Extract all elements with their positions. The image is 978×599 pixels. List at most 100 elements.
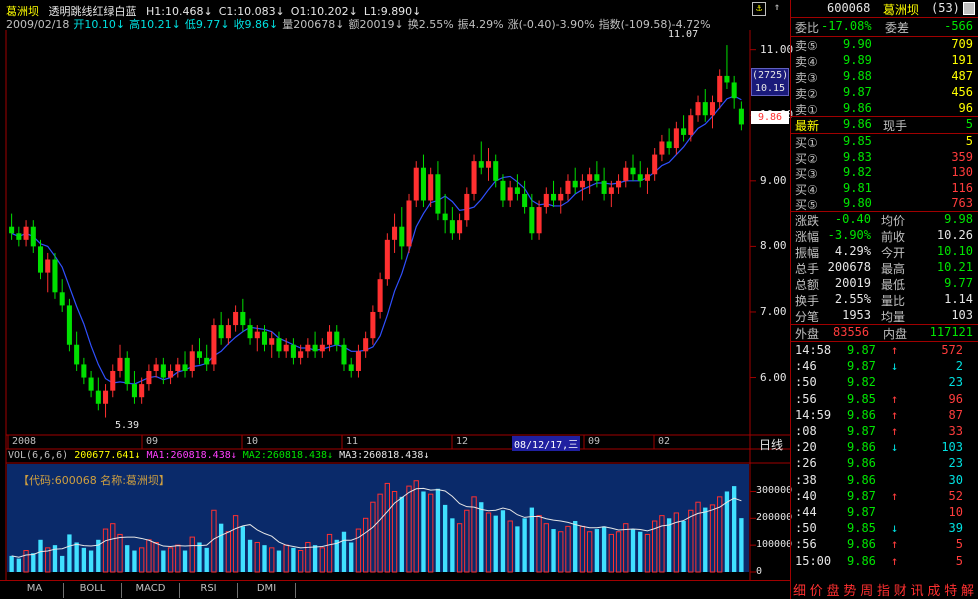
ask-row[interactable]: 卖① 9.86 96 xyxy=(791,101,977,117)
tick-volume: 2 xyxy=(955,359,963,374)
candle-body xyxy=(95,390,101,404)
candle-body xyxy=(88,377,94,391)
tick-row: :44 9.87 10 xyxy=(791,505,977,521)
volume-bar xyxy=(182,550,188,572)
panel-tab[interactable]: 讯 xyxy=(911,580,924,599)
kline-chart-area[interactable]: 葛洲坝 透明跳线红绿白蓝 H1:10.468↓ C1:10.083↓ O1:10.2… xyxy=(0,0,793,599)
volume-bar xyxy=(262,545,267,572)
candle-body xyxy=(514,187,520,194)
date-tick: 09 xyxy=(588,436,601,447)
candle-body xyxy=(45,259,51,273)
ask-row[interactable]: 卖⑤ 9.90 709 xyxy=(791,37,977,53)
tab-dmi[interactable]: DMI xyxy=(238,583,296,598)
panel-tab[interactable]: 财 xyxy=(894,580,907,599)
bid-row[interactable]: 买① 9.85 5 xyxy=(791,134,977,150)
volume-bar xyxy=(276,550,282,572)
candle-body xyxy=(218,325,224,339)
tick-volume: 52 xyxy=(948,488,963,503)
volume-bar xyxy=(204,547,209,572)
panel-tab[interactable]: 细 xyxy=(793,580,806,599)
candle-body xyxy=(500,180,506,201)
volume-bar xyxy=(16,558,22,572)
candle-body xyxy=(616,180,622,188)
row-price: 9.85 xyxy=(843,134,872,148)
tab-rsi[interactable]: RSI xyxy=(180,583,238,598)
panel-tab[interactable]: 势 xyxy=(843,580,856,599)
row-label: 卖③ xyxy=(795,71,818,85)
ask-row[interactable]: 卖④ 9.89 191 xyxy=(791,53,977,69)
candle-body xyxy=(204,357,210,365)
row-price: 9.80 xyxy=(843,196,872,210)
candle-body xyxy=(160,364,166,378)
stat-value: 1953 xyxy=(842,308,871,322)
ask-row[interactable]: 卖② 9.87 456 xyxy=(791,85,977,101)
candle-body xyxy=(37,246,44,273)
panel-tab[interactable]: 指 xyxy=(877,580,890,599)
scroll-icon[interactable] xyxy=(963,2,975,15)
tick-time: 14:59 xyxy=(795,407,832,422)
stat-row: 涨幅 -3.90% 前收 10.26 xyxy=(791,228,977,244)
stat-row: 总手 200678 最高 10.21 xyxy=(791,260,977,276)
candle-body xyxy=(587,174,593,181)
volume-bar xyxy=(74,542,79,572)
volume-bar xyxy=(529,507,535,572)
panel-tab[interactable]: 价 xyxy=(810,580,823,599)
date-cursor-label: 08/12/17,三 xyxy=(512,436,581,451)
tick-time: :56 xyxy=(795,391,817,406)
stat-value: 2.55% xyxy=(834,292,871,306)
volume-bar xyxy=(435,488,441,572)
stat-value: 20019 xyxy=(834,276,871,290)
row-label: 卖② xyxy=(795,87,818,101)
candle-body xyxy=(681,128,687,135)
tick-direction: ↑ xyxy=(891,424,899,438)
volume-bar xyxy=(291,547,296,572)
bid-row[interactable]: 买⑤ 9.80 763 xyxy=(791,196,977,212)
candle-body xyxy=(420,167,426,201)
row-price: 9.81 xyxy=(843,180,872,195)
tick-time: :20 xyxy=(795,440,817,455)
stat-label: 换手 xyxy=(795,294,820,308)
panel-tab[interactable]: 成 xyxy=(927,580,940,599)
period-label[interactable]: 日线 xyxy=(759,436,783,453)
candle-body xyxy=(688,115,694,135)
tab-boll[interactable]: BOLL xyxy=(64,583,122,598)
tick-volume: 87 xyxy=(948,407,963,422)
tick-price: 9.85 xyxy=(847,521,876,536)
bid-row[interactable]: 买③ 9.82 130 xyxy=(791,165,977,181)
bid-row[interactable]: 买② 9.83 359 xyxy=(791,150,977,166)
candle-body xyxy=(702,102,708,116)
panel-tab[interactable]: 周 xyxy=(860,580,873,599)
tick-volume: 572 xyxy=(941,343,963,357)
stat-value: 1.14 xyxy=(944,292,973,306)
bid-row[interactable]: 买④ 9.81 116 xyxy=(791,181,977,197)
volume-bar xyxy=(703,507,708,572)
volume-bar xyxy=(500,510,506,572)
candle-body xyxy=(623,167,629,181)
vol-field: MA2:260818.438↓ xyxy=(242,450,334,461)
stat-label: 量比 xyxy=(881,294,906,308)
stat-value: 9.77 xyxy=(944,276,973,290)
indicator-tabs: MA BOLL MACD RSI DMI xyxy=(0,580,790,599)
candle-body xyxy=(478,161,484,168)
candle-body xyxy=(695,102,701,116)
candle-body xyxy=(579,180,585,188)
volume-bar xyxy=(399,496,404,572)
tab-macd[interactable]: MACD xyxy=(122,583,180,598)
candle-body xyxy=(103,390,109,404)
tick-volume: 33 xyxy=(948,424,963,438)
ask-row[interactable]: 卖③ 9.88 487 xyxy=(791,69,977,85)
panel-tab[interactable]: 特 xyxy=(944,580,957,599)
row-price: 9.89 xyxy=(843,53,872,67)
stat-label: 最高 xyxy=(881,262,906,276)
row-volume: 130 xyxy=(951,165,973,179)
stock-code: 600068 xyxy=(827,1,871,15)
candle-body xyxy=(384,239,390,280)
volume-tick: 100000 xyxy=(756,539,793,551)
tick-volume: 23 xyxy=(948,456,963,471)
candle-body xyxy=(74,344,80,365)
tab-ma[interactable]: MA xyxy=(6,583,64,598)
panel-tab[interactable]: 解 xyxy=(961,580,974,599)
volume-bar xyxy=(247,539,253,572)
date-tick: 12 xyxy=(456,436,469,447)
panel-tab[interactable]: 盘 xyxy=(827,580,840,599)
